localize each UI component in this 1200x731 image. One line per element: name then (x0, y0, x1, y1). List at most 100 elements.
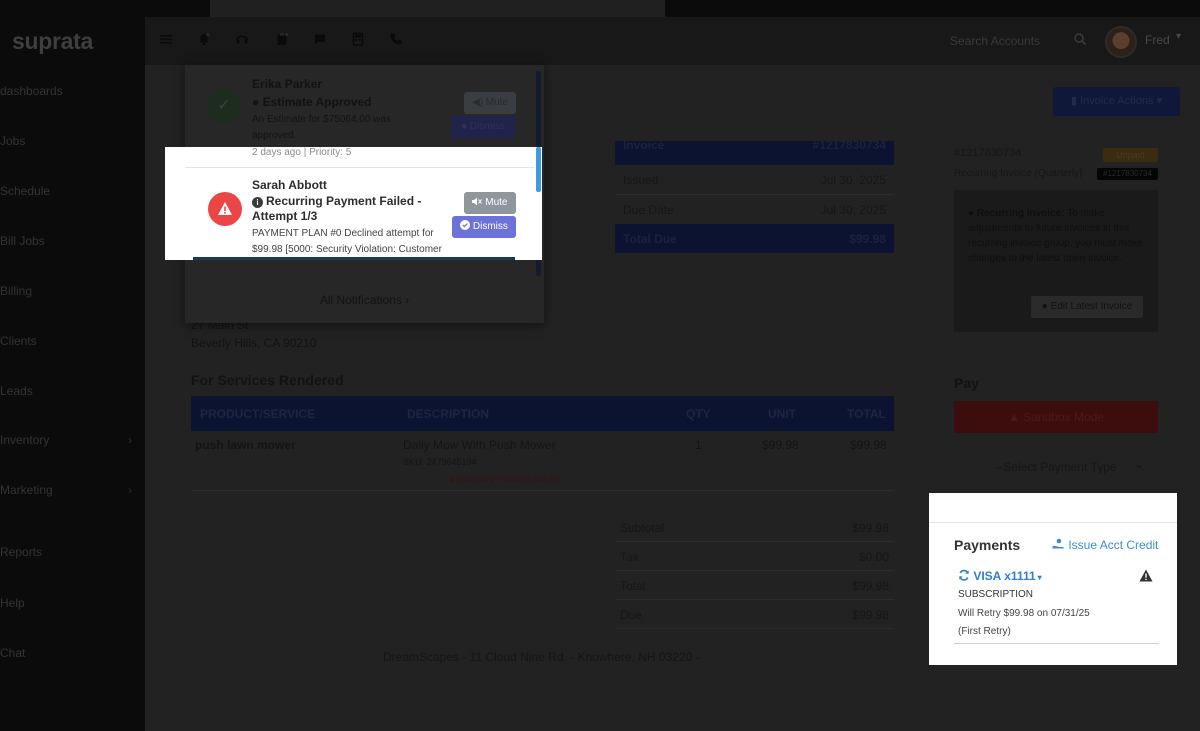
status-badge: Unpaid (1103, 148, 1158, 162)
column-header: QTY (686, 407, 711, 421)
info-icon: i (252, 197, 263, 208)
sidebar-item-label: Billing (0, 284, 33, 298)
check-icon: ✓ (207, 89, 241, 123)
edit-latest-invoice-button[interactable]: ● Edit Latest Invoice (1031, 296, 1143, 318)
header-shadow (210, 0, 665, 17)
document-icon: ▮ (1070, 95, 1081, 107)
user-name[interactable]: Fred (1145, 33, 1170, 47)
avatar[interactable] (1105, 26, 1137, 58)
phone-icon[interactable] (388, 32, 404, 48)
sidebar-item-marketing[interactable]: Marketing › (0, 483, 145, 497)
tax-row: Tax $0.00 (615, 542, 894, 571)
line-item-total: $99.98 (850, 438, 887, 452)
check-circle-icon (460, 220, 471, 230)
notification-body: An Estimate for $75064.00 was approved. (252, 114, 391, 141)
mute-button[interactable]: ◀) Mute (464, 92, 516, 114)
chat-icon[interactable] (312, 32, 328, 48)
sidebar-item-inventory[interactable]: Inventory › (0, 433, 145, 447)
sidebar-item-dashboards[interactable]: dashboards (0, 84, 63, 98)
sidebar-item-label: Marketing (0, 483, 53, 497)
chevron-right-icon: › (128, 483, 132, 497)
sidebar-item-clients[interactable]: Clients (0, 334, 37, 348)
due-row: Due $99.98 (615, 600, 894, 629)
search-icon[interactable] (1073, 32, 1089, 48)
pay-heading: Pay (954, 375, 979, 391)
arrow-circle-icon: ● (1041, 301, 1051, 312)
retry-info: Will Retry $99.98 on 07/31/25 (First Ret… (958, 608, 1090, 637)
invoice-due-row: Due Date Jul 30, 2025 (615, 195, 894, 225)
line-item-description: Daily Mow With Push Mower (403, 438, 556, 452)
sidebar-item-schedule[interactable]: Schedule (0, 184, 50, 198)
dismiss-button[interactable]: ● Dismiss (451, 116, 515, 138)
sidebar-item-label: Bill Jobs (0, 234, 45, 248)
info-icon: ● (968, 208, 977, 219)
sidebar-item-label: dashboards (0, 84, 63, 98)
bell-icon[interactable] (196, 32, 212, 48)
sidebar-item-leads[interactable]: Leads (0, 384, 33, 398)
sidebar-item-bill-jobs[interactable]: Bill Jobs (0, 234, 45, 248)
all-notifications-link[interactable]: All Notifications › (185, 293, 544, 307)
chevron-down-icon: ▾ (1153, 95, 1163, 107)
mute-icon (472, 197, 483, 206)
hand-coin-icon (1052, 538, 1065, 549)
line-item-qty: 1 (695, 438, 702, 452)
warning-icon: ▲ (448, 474, 457, 484)
search-input[interactable]: Search Accounts (950, 34, 1040, 48)
recurring-info-box: ● Recurring Invoice: To make adjustments… (954, 190, 1158, 332)
total-row: Total $99.98 (615, 571, 894, 600)
sidebar-item-reports[interactable]: Reports (0, 545, 42, 559)
top-header: Search Accounts Fred ▾ (145, 17, 1200, 65)
recurring-id-badge: #1217830734 (1097, 168, 1158, 180)
screen: suprata dashboards Jobs Schedule Bill Jo… (0, 0, 1200, 731)
calculator-icon[interactable] (350, 32, 366, 48)
divider (929, 522, 1177, 523)
line-item-product: push lawn mower (195, 438, 296, 452)
payments-title: Payments (954, 537, 1021, 553)
app-logo[interactable]: suprata (12, 28, 93, 55)
sidebar-item-help[interactable]: Help (0, 596, 25, 610)
sidebar-item-label: Reports (0, 545, 43, 559)
clipboard-icon[interactable] (274, 32, 290, 48)
sidebar-item-billing[interactable]: Billing (0, 284, 32, 298)
warning-icon: ▲ (1008, 410, 1024, 424)
subtotal-row: Subtotal $99.98 (615, 513, 894, 542)
sidebar-item-jobs[interactable]: Jobs (0, 134, 25, 148)
table-row: push lawn mower Daily Mow With Push Mowe… (191, 431, 894, 491)
dismiss-button[interactable]: Dismiss (452, 216, 516, 238)
notification-title: ● Estimate Approved (252, 95, 372, 109)
inventory-warning: ▲Inventory Tracking Not Set (448, 474, 563, 484)
sidebar-item-label: Schedule (0, 184, 51, 198)
invoice-total-due-row: Total Due $99.98 (615, 224, 894, 253)
column-header: UNIT (768, 407, 796, 421)
line-item-sku: SKU: 2479645194 (403, 457, 477, 467)
issue-acct-credit-link[interactable]: Issue Acct Credit (1052, 538, 1158, 552)
sidebar-item-label: Jobs (0, 134, 26, 148)
sidebar-item-label: Help (0, 596, 25, 610)
client-address-line2: Beverly Hills, CA 90210 (191, 336, 317, 350)
sidebar-item-chat[interactable]: Chat (0, 646, 25, 660)
mute-button[interactable]: Mute (464, 192, 516, 214)
company-footer: DreamScapes - 11 Cloud Nine Rd. - Knowhe… (383, 650, 700, 664)
divider (954, 643, 1159, 644)
invoice-actions-button[interactable]: ▮ Invoice Actions ▾ (1053, 87, 1180, 116)
sandbox-mode-button[interactable]: ▲ Sandbox Mode (954, 401, 1158, 433)
chevron-down-icon[interactable]: ▾ (1176, 31, 1181, 42)
chevron-right-icon: › (128, 433, 132, 447)
payment-method-dropdown[interactable]: VISA x1111 ▾ (958, 569, 1042, 583)
invoice-header-row: Invoice #1217830734 (615, 138, 894, 165)
refresh-icon (959, 569, 969, 581)
menu-icon[interactable] (158, 32, 174, 48)
payment-type-select[interactable]: --Select Payment Type ⌄ (954, 457, 1158, 480)
warning-icon[interactable] (1139, 569, 1153, 582)
headset-icon[interactable] (234, 32, 250, 48)
services-heading: For Services Rendered (191, 372, 344, 388)
caret-down-icon: ▾ (1037, 573, 1042, 582)
notification-meta: 2 days ago | Priority: 5 (252, 147, 352, 158)
sidebar: suprata dashboards Jobs Schedule Bill Jo… (0, 0, 145, 731)
sidebar-item-label: Inventory (0, 433, 50, 447)
notification-progress-bar (193, 257, 515, 260)
scrollbar-thumb[interactable] (536, 147, 541, 192)
line-item-unit: $99.98 (762, 438, 799, 452)
divider (185, 167, 535, 168)
chevron-down-icon: ⌄ (1133, 457, 1144, 471)
